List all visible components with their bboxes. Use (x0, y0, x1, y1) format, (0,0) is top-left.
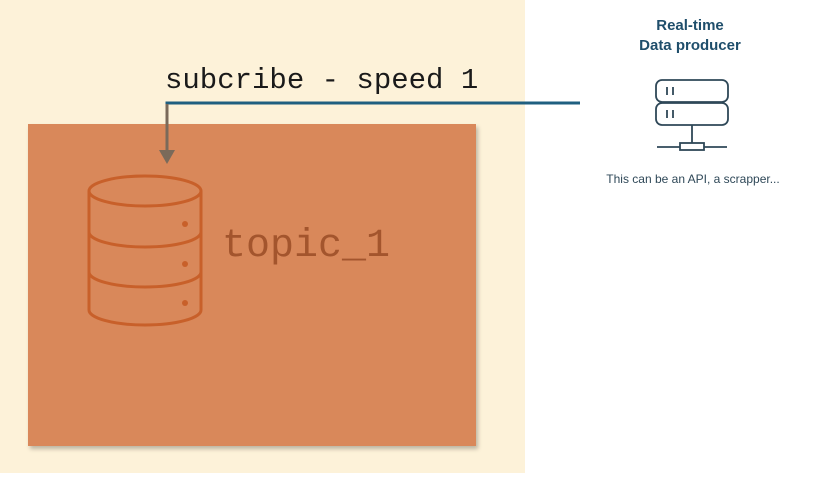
producer-title-line2: Data producer (639, 37, 741, 54)
database-icon (87, 174, 203, 327)
producer-title: Real-time Data producer (600, 16, 780, 56)
subscription-arrowhead (159, 150, 175, 164)
server-icon (655, 79, 729, 151)
subscribe-label: subcribe - speed 1 (165, 64, 479, 97)
subscription-connector (165, 101, 580, 152)
topic-label: topic_1 (222, 224, 391, 269)
producer-caption: This can be an API, a scrapper... (606, 172, 780, 186)
producer-title-line1: Real-time (656, 17, 724, 34)
